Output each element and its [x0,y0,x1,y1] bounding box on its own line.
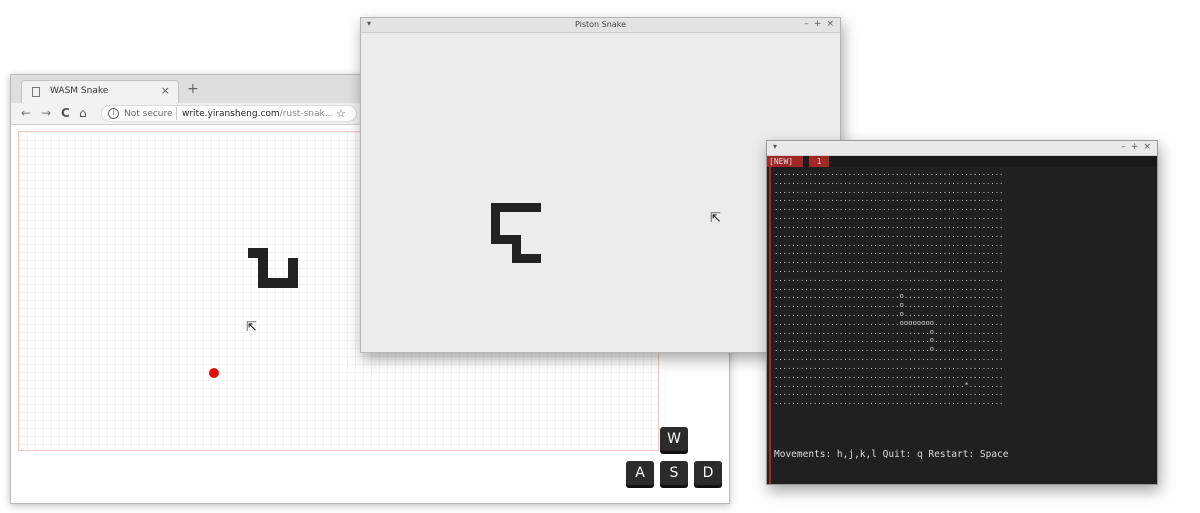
terminal-game-grid: ........................................… [774,168,1004,407]
key-w-button[interactable]: W [660,427,688,451]
key-a-button[interactable]: A [626,461,654,485]
close-button[interactable]: × [1143,142,1151,152]
tab-number[interactable]: 1 [809,156,829,167]
url-text: write.yiransheng.com/rust-snak... [182,109,333,119]
window-controls: – + × [1116,142,1151,152]
address-bar[interactable]: i Not secure write.yiransheng.com/rust-s… [101,105,357,122]
mouse-cursor-icon: ⇱ [710,211,721,226]
back-button[interactable]: ← [21,106,31,120]
window-titlebar: ▾ Piston Snake – + × [361,18,840,33]
window-titlebar: ▾ – + × [767,141,1157,156]
page-icon [32,87,40,97]
key-d-button[interactable]: D [694,461,722,485]
url-domain: write.yiransheng.com [182,109,280,119]
close-button[interactable]: × [826,19,834,29]
maximize-button[interactable]: + [1131,142,1139,152]
new-tab-button[interactable]: + [187,81,199,97]
maximize-button[interactable]: + [814,19,822,29]
window-controls: – + × [799,19,834,29]
key-s-button[interactable]: S [660,461,688,485]
window-menu-icon[interactable]: ▾ [773,142,777,151]
terminal-window: ▾ – + × [NEW] 1 ..........................… [766,140,1158,485]
tab-new[interactable]: [NEW] [767,156,803,167]
url-path: /rust-snak... [279,109,334,119]
tmux-tab-line: [NEW] 1 [767,156,1157,167]
tab-title: WASM Snake [50,86,109,96]
bookmark-star-icon[interactable]: ☆ [336,107,346,120]
terminal-status-line: Movements: h,j,k,l Quit: q Restart: Spac… [774,449,1009,460]
cursor-column [769,167,771,484]
minimize-button[interactable]: – [804,19,809,29]
minimize-button[interactable]: – [1121,142,1126,152]
info-icon[interactable]: i [108,108,119,119]
security-label: Not secure [124,109,173,119]
reload-button[interactable]: C [61,106,70,120]
omnibox-divider [176,107,177,120]
window-title: Piston Snake [574,20,626,29]
food-dot [209,368,219,378]
home-button[interactable]: ⌂ [79,106,87,120]
close-tab-icon[interactable]: × [161,84,170,97]
snake-segment [512,254,541,263]
tab-wasm-snake[interactable]: WASM Snake × [21,80,179,103]
snake-segment [288,258,298,288]
forward-button[interactable]: → [41,106,51,120]
mouse-cursor-icon: ⇱ [246,320,257,335]
